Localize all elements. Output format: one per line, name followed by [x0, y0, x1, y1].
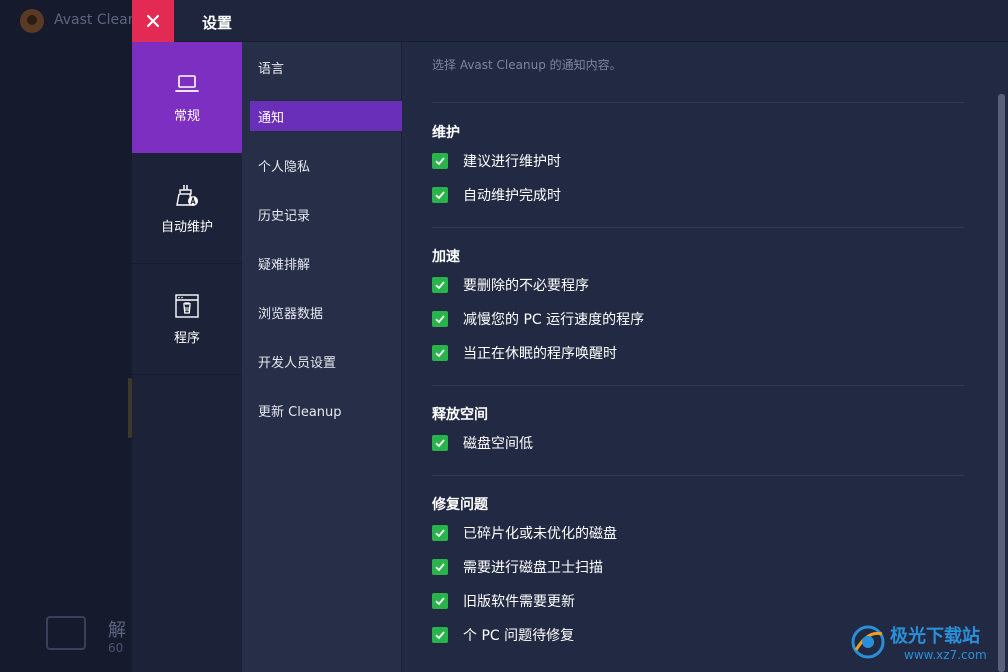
checkmark-icon: [435, 631, 445, 640]
checkmark-icon: [435, 315, 445, 324]
checkbox-label: 已碎片化或未优化的磁盘: [463, 526, 617, 542]
checkbox-row[interactable]: 个 PC 问题待修复: [432, 625, 574, 645]
checkbox-checked[interactable]: [432, 435, 448, 451]
intro-text: 选择 Avast Cleanup 的通知内容。: [432, 58, 622, 72]
divider: [432, 102, 964, 103]
section-title-speedup: 加速: [432, 249, 460, 265]
subnav-item-developer-settings[interactable]: 开发人员设置: [250, 346, 402, 376]
watermark: 极光下载站 www.xz7.com: [848, 618, 1004, 668]
checkbox-label: 个 PC 问题待修复: [463, 628, 575, 644]
settings-dialog: 设置 常规 自动维护 程序 语言 通知 个人隐私 历史记录 疑难排解 浏览器数据…: [132, 0, 1008, 672]
subnav-item-history[interactable]: 历史记录: [250, 199, 402, 229]
checkmark-icon: [435, 349, 445, 358]
checkbox-checked[interactable]: [432, 525, 448, 541]
divider: [432, 385, 964, 386]
checkbox-label: 当正在休眠的程序唤醒时: [463, 346, 617, 362]
dialog-title: 设置: [202, 14, 233, 32]
checkbox-label: 减慢您的 PC 运行速度的程序: [463, 312, 645, 328]
checkbox-row[interactable]: 建议进行维护时: [432, 151, 561, 171]
notifications-panel: 选择 Avast Cleanup 的通知内容。 维护 建议进行维护时 自动维护完…: [402, 42, 1008, 672]
settings-subnav: 语言 通知 个人隐私 历史记录 疑难排解 浏览器数据 开发人员设置 更新 Cle…: [242, 42, 402, 672]
subnav-item-privacy[interactable]: 个人隐私: [250, 150, 402, 180]
checkbox-checked[interactable]: [432, 153, 448, 169]
checkbox-label: 要删除的不必要程序: [463, 278, 589, 294]
checkbox-row[interactable]: 要删除的不必要程序: [432, 275, 589, 295]
auto-maintenance-icon: [176, 184, 198, 206]
checkbox-checked[interactable]: [432, 187, 448, 203]
checkmark-icon: [435, 439, 445, 448]
watermark-logo-icon: [851, 625, 885, 659]
avast-logo-icon: [20, 9, 44, 33]
category-label: 自动维护: [160, 219, 213, 235]
close-button[interactable]: [132, 0, 174, 42]
checkbox-checked[interactable]: [432, 627, 448, 643]
subnav-item-language[interactable]: 语言: [250, 52, 402, 82]
category-nav: 常规 自动维护 程序: [132, 42, 242, 672]
checkbox-row[interactable]: 减慢您的 PC 运行速度的程序: [432, 309, 644, 329]
category-programs[interactable]: 程序: [132, 264, 242, 375]
watermark-text: 极光下载站: [890, 626, 980, 647]
checkmark-icon: [435, 597, 445, 606]
category-auto-maintenance[interactable]: 自动维护: [132, 153, 242, 264]
checkbox-row[interactable]: 需要进行磁盘卫士扫描: [432, 557, 603, 577]
checkmark-icon: [435, 281, 445, 290]
checkbox-row[interactable]: 磁盘空间低: [432, 433, 533, 453]
background-card-title: 解: [108, 620, 126, 641]
checkbox-label: 磁盘空间低: [463, 436, 533, 452]
background-card-icon: [46, 616, 86, 650]
checkbox-label: 旧版软件需要更新: [463, 594, 575, 610]
section-title-free-space: 释放空间: [432, 407, 488, 423]
checkbox-row[interactable]: 旧版软件需要更新: [432, 591, 575, 611]
divider: [432, 227, 964, 228]
category-general[interactable]: 常规: [132, 42, 242, 153]
checkbox-row[interactable]: 当正在休眠的程序唤醒时: [432, 343, 617, 363]
checkmark-icon: [435, 191, 445, 200]
laptop-icon: [175, 75, 199, 92]
checkbox-label: 建议进行维护时: [463, 154, 561, 170]
checkbox-checked[interactable]: [432, 311, 448, 327]
subnav-item-browser-data[interactable]: 浏览器数据: [250, 297, 402, 327]
checkbox-row[interactable]: 已碎片化或未优化的磁盘: [432, 523, 617, 543]
checkbox-checked[interactable]: [432, 345, 448, 361]
checkbox-checked[interactable]: [432, 277, 448, 293]
section-title-maintenance: 维护: [432, 125, 460, 141]
close-icon: [146, 14, 160, 28]
watermark-url: www.xz7.com: [904, 648, 987, 662]
category-label: 常规: [173, 109, 200, 124]
dialog-header: 设置: [132, 0, 1008, 42]
checkbox-label: 需要进行磁盘卫士扫描: [463, 560, 603, 576]
scrollbar-thumb[interactable]: [998, 94, 1005, 672]
background-card-subtitle: 60: [108, 641, 124, 655]
checkmark-icon: [435, 563, 445, 572]
divider: [432, 475, 964, 476]
checkmark-icon: [435, 157, 445, 166]
subnav-item-update[interactable]: 更新 Cleanup: [250, 395, 402, 425]
checkbox-checked[interactable]: [432, 559, 448, 575]
subnav-item-notifications[interactable]: 通知: [250, 101, 402, 131]
checkbox-label: 自动维护完成时: [463, 188, 561, 204]
section-title-fix-issues: 修复问题: [432, 497, 488, 513]
subnav-item-troubleshooting[interactable]: 疑难排解: [250, 248, 402, 278]
checkbox-checked[interactable]: [432, 593, 448, 609]
checkmark-icon: [435, 529, 445, 538]
program-trash-icon: [175, 293, 199, 318]
category-label: 程序: [173, 330, 200, 346]
checkbox-row[interactable]: 自动维护完成时: [432, 185, 561, 205]
